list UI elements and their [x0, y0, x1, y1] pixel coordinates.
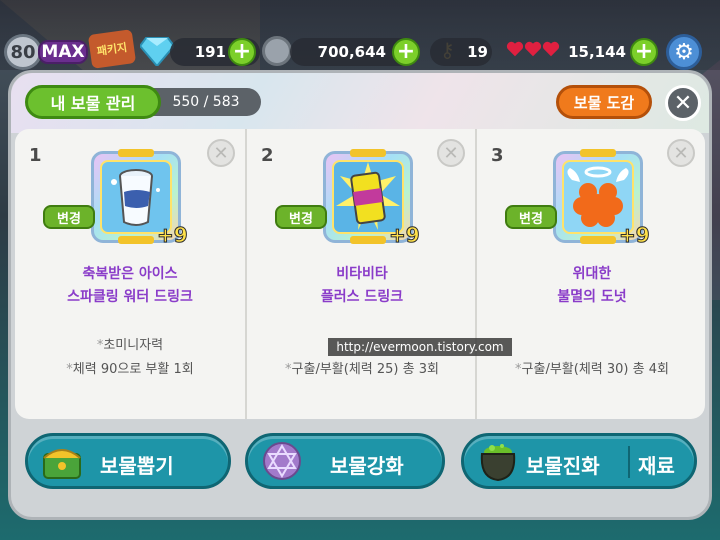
tab-my-treasure[interactable]: 내 보물 관리: [25, 85, 161, 119]
treasure-name-line: 위대한: [572, 266, 612, 282]
evolve-materials-button[interactable]: 재료: [638, 450, 675, 479]
effect-line: *구출/부활(체력 25) 총 3회: [285, 362, 439, 377]
treasure-enhance-button[interactable]: 보물강화: [245, 433, 445, 489]
watermark-text: http://evermoon.tistory.com: [328, 338, 512, 356]
level-badge: 80: [4, 34, 42, 70]
close-icon[interactable]: ✕: [665, 85, 701, 121]
max-level-label: MAX: [38, 40, 88, 64]
effect-text: 구출/부활(체력 30) 총 4회: [521, 362, 669, 377]
settings-gear-icon[interactable]: ⚙: [666, 34, 702, 70]
key-count: 19: [430, 38, 492, 66]
add-hearts-button[interactable]: +: [630, 38, 658, 66]
treasure-management-panel: 550 / 583 내 보물 관리 보물 도감 ✕ 1 ✕ 변경 +9 축복받은…: [8, 70, 712, 520]
status-bar: 80 MAX 패키지 191 + 700,644 + ⚷ 19 15,144 +…: [0, 0, 720, 70]
enhance-level-badge: +9: [157, 223, 189, 248]
slot-number: 1: [29, 145, 42, 166]
treasure-name-line: 스파클링 워터 드링크: [67, 289, 193, 305]
effect-line: *구출/부활(체력 30) 총 4회: [515, 362, 669, 377]
coin-icon: [262, 36, 292, 66]
ice-sparkling-water-can-icon: [111, 169, 160, 226]
treasure-name-line: 비타비타: [336, 266, 388, 282]
effect-text: 구출/부활(체력 25) 총 3회: [291, 362, 439, 377]
treasure-chest-icon: [43, 449, 81, 479]
treasure-slot-1: 1 ✕ 변경 +9 축복받은 아이스 스파클링 워터 드링크 *초미니자력 *체…: [15, 129, 245, 419]
heart-icon: [506, 41, 524, 57]
heart-icon: [524, 41, 542, 57]
frame-cap: [350, 236, 386, 244]
treasure-effects: *초미니자력 *체력 90으로 부활 1회: [15, 334, 245, 382]
enhance-level-badge: +9: [619, 223, 651, 248]
add-coins-button[interactable]: +: [392, 38, 420, 66]
slot-number: 3: [491, 145, 504, 166]
change-treasure-button[interactable]: 변경: [43, 205, 95, 229]
effect-line: *체력 90으로 부활 1회: [66, 362, 194, 377]
effect-text: 초미니자력: [103, 338, 164, 353]
treasure-draw-label: 보물뽑기: [100, 454, 174, 478]
treasure-slot-3: 3 ✕ 변경 +9 위대한 불멸의 도넛 *구출/부활(체력 30) 총 4회: [475, 129, 705, 419]
change-treasure-button[interactable]: 변경: [275, 205, 327, 229]
panel-header: 550 / 583 내 보물 관리 보물 도감 ✕: [11, 73, 709, 133]
remove-treasure-icon[interactable]: ✕: [667, 139, 695, 167]
immortal-donut-icon: [567, 166, 629, 227]
treasure-evolve-label: 보물진화: [526, 454, 600, 478]
treasure-draw-button[interactable]: 보물뽑기: [25, 433, 231, 489]
frame-cap: [118, 236, 154, 244]
gem-icon: [140, 37, 174, 66]
treasure-enhance-label: 보물강화: [330, 454, 404, 478]
vita-plus-drink-can-icon: [336, 162, 400, 230]
frame-cap: [580, 149, 616, 157]
treasure-name: 비타비타 플러스 드링크: [247, 263, 477, 309]
frame-cap: [350, 149, 386, 157]
remove-treasure-icon[interactable]: ✕: [207, 139, 235, 167]
treasure-name: 위대한 불멸의 도넛: [477, 263, 707, 309]
enhance-magic-circle-icon: [263, 442, 301, 480]
treasure-slot-2: 2 ✕ 변경 +9 비타비타 플러스 드링크 *구출/부활(체력 25) 총 3…: [245, 129, 475, 419]
effect-line: *초미니자력: [96, 338, 164, 353]
treasure-name-line: 축복받은 아이스: [82, 266, 178, 282]
add-gems-button[interactable]: +: [228, 38, 256, 66]
event-package-button[interactable]: 패키지: [87, 29, 137, 69]
change-treasure-button[interactable]: 변경: [505, 205, 557, 229]
treasure-name: 축복받은 아이스 스파클링 워터 드링크: [15, 263, 245, 309]
frame-cap: [118, 149, 154, 157]
remove-treasure-icon[interactable]: ✕: [437, 139, 465, 167]
slot-number: 2: [261, 145, 274, 166]
cauldron-icon: [480, 444, 516, 482]
equipped-treasure-slots: 1 ✕ 변경 +9 축복받은 아이스 스파클링 워터 드링크 *초미니자력 *체…: [15, 129, 705, 419]
effect-text: 체력 90으로 부활 1회: [72, 362, 194, 377]
heart-icon: [542, 41, 560, 57]
treasure-name-line: 플러스 드링크: [320, 289, 404, 305]
treasure-evolve-button[interactable]: 보물진화 재료: [461, 433, 697, 489]
frame-cap: [580, 236, 616, 244]
button-divider: [628, 446, 630, 478]
treasure-name-line: 불멸의 도넛: [557, 289, 627, 305]
treasure-dex-button[interactable]: 보물 도감: [556, 85, 652, 119]
enhance-level-badge: +9: [389, 223, 421, 248]
